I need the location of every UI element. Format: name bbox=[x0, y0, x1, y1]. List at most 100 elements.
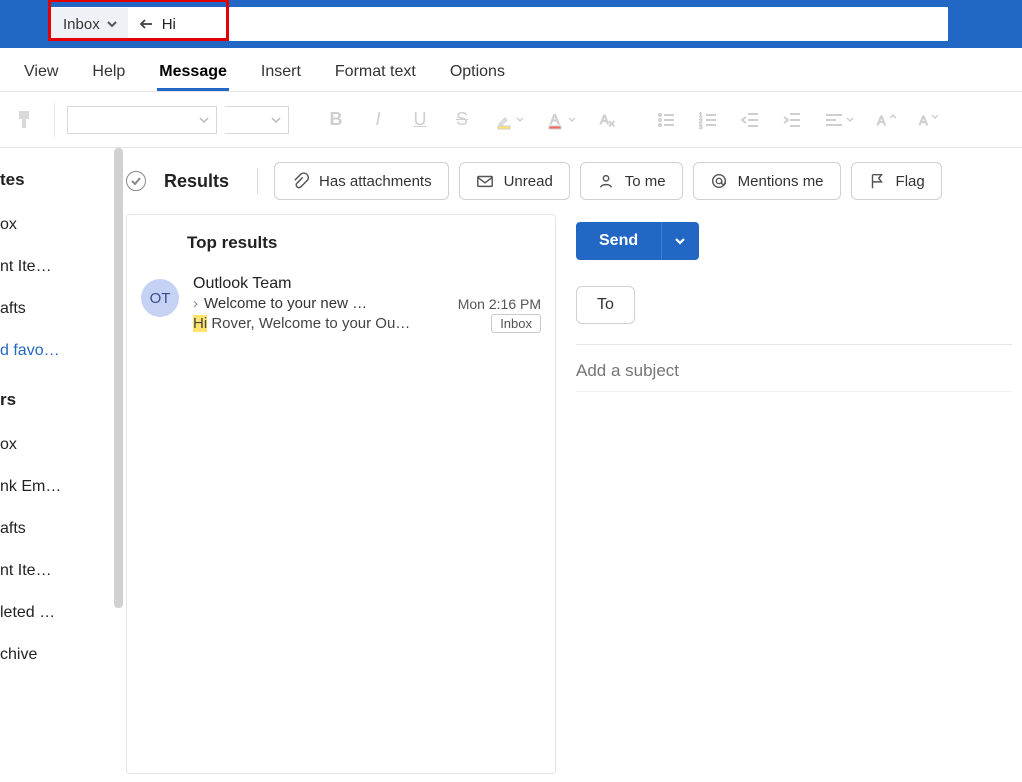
subject-input[interactable] bbox=[576, 345, 1012, 391]
font-color-button[interactable]: A bbox=[539, 103, 583, 137]
avatar: OT bbox=[141, 279, 179, 317]
sidebar-folder-sent[interactable]: nt Ite… bbox=[0, 550, 108, 592]
result-from: Outlook Team bbox=[193, 275, 541, 295]
chevron-down-icon bbox=[568, 116, 576, 124]
bold-button[interactable]: B bbox=[319, 103, 353, 137]
search-scope-dropdown[interactable]: Inbox bbox=[50, 7, 128, 41]
strikethrough-icon: S bbox=[456, 109, 468, 130]
outdent-icon bbox=[740, 110, 760, 130]
flag-icon bbox=[868, 172, 886, 190]
result-body: Outlook Team › Welcome to your new … Mon… bbox=[193, 275, 541, 333]
sidebar-folder-deleted[interactable]: leted … bbox=[0, 592, 108, 634]
sidebar-item-sent[interactable]: nt Ite… bbox=[0, 246, 108, 288]
bold-icon: B bbox=[330, 109, 343, 130]
svg-text:A: A bbox=[550, 111, 560, 127]
indent-icon bbox=[782, 110, 802, 130]
numbering-button[interactable]: 123 bbox=[691, 103, 725, 137]
tab-help[interactable]: Help bbox=[90, 53, 127, 91]
align-icon bbox=[824, 110, 844, 130]
svg-text:A: A bbox=[919, 113, 928, 128]
tab-format-text[interactable]: Format text bbox=[333, 53, 418, 91]
chevron-down-icon bbox=[106, 18, 118, 30]
clear-formatting-icon: A✕ bbox=[598, 110, 618, 130]
send-row: Send bbox=[576, 214, 1012, 280]
align-button[interactable] bbox=[817, 103, 861, 137]
results-list: Top results OT Outlook Team › Welcome to… bbox=[126, 214, 556, 774]
increase-font-button[interactable]: A bbox=[869, 103, 903, 137]
sidebar-item-drafts[interactable]: afts bbox=[0, 288, 108, 330]
svg-text:3: 3 bbox=[699, 125, 703, 130]
font-name-dropdown[interactable] bbox=[67, 106, 217, 134]
filter-mentions-me[interactable]: Mentions me bbox=[693, 162, 841, 200]
filter-has-attachments[interactable]: Has attachments bbox=[274, 162, 449, 200]
underline-button[interactable]: U bbox=[403, 103, 437, 137]
main: Results Has attachments Unread To me Men… bbox=[108, 148, 1022, 782]
send-options-button[interactable] bbox=[661, 222, 699, 260]
chevron-down-icon bbox=[516, 116, 524, 124]
search-input[interactable] bbox=[162, 16, 948, 33]
result-preview-rest: Rover, Welcome to your Ou… bbox=[207, 315, 410, 332]
attachment-icon bbox=[291, 172, 309, 190]
to-row: To bbox=[576, 280, 1012, 345]
format-painter-button[interactable] bbox=[8, 103, 42, 137]
sidebar-folder-junk[interactable]: nk Em… bbox=[0, 466, 108, 508]
title-bar: Inbox bbox=[0, 0, 1022, 48]
filter-unread[interactable]: Unread bbox=[459, 162, 570, 200]
tab-insert[interactable]: Insert bbox=[259, 53, 303, 91]
sidebar-item-inbox[interactable]: ox bbox=[0, 204, 108, 246]
chevron-down-icon bbox=[846, 116, 854, 124]
chevron-down-icon bbox=[196, 112, 212, 128]
chip-label: Mentions me bbox=[738, 173, 824, 190]
ribbon-tabs: View Help Message Insert Format text Opt… bbox=[0, 48, 1022, 92]
separator bbox=[54, 103, 55, 137]
subject-row bbox=[576, 345, 1012, 392]
sidebar: tes ox nt Ite… afts d favo… rs ox nk Em…… bbox=[0, 148, 108, 782]
send-button[interactable]: Send bbox=[576, 222, 661, 260]
increase-indent-button[interactable] bbox=[775, 103, 809, 137]
bullet-list-icon bbox=[656, 110, 676, 130]
results-panel: Results Has attachments Unread To me Men… bbox=[126, 162, 1022, 782]
decrease-indent-button[interactable] bbox=[733, 103, 767, 137]
italic-button[interactable]: I bbox=[361, 103, 395, 137]
separator bbox=[257, 168, 258, 194]
sidebar-add-favorite[interactable]: d favo… bbox=[0, 330, 108, 372]
person-icon bbox=[597, 172, 615, 190]
tab-message[interactable]: Message bbox=[157, 53, 229, 91]
body: tes ox nt Ite… afts d favo… rs ox nk Em…… bbox=[0, 148, 1022, 782]
sidebar-folder-archive[interactable]: chive bbox=[0, 634, 108, 676]
decrease-font-button[interactable]: A bbox=[911, 103, 945, 137]
sidebar-folder-inbox[interactable]: ox bbox=[0, 424, 108, 466]
folders-heading: rs bbox=[0, 372, 108, 424]
decrease-font-icon: A bbox=[918, 110, 938, 130]
favorites-heading: tes bbox=[0, 166, 108, 204]
result-folder-tag: Inbox bbox=[491, 314, 541, 333]
result-row[interactable]: OT Outlook Team › Welcome to your new … … bbox=[127, 267, 555, 347]
filter-bar: Results Has attachments Unread To me Men… bbox=[126, 162, 1022, 214]
result-subject: › Welcome to your new … bbox=[193, 295, 367, 312]
to-button[interactable]: To bbox=[576, 286, 635, 324]
sidebar-scrollbar[interactable] bbox=[114, 148, 123, 608]
svg-text:A: A bbox=[877, 113, 886, 128]
filter-flag[interactable]: Flag bbox=[851, 162, 942, 200]
tab-view[interactable]: View bbox=[22, 53, 60, 91]
clear-formatting-button[interactable]: A✕ bbox=[591, 103, 625, 137]
underline-icon: U bbox=[414, 109, 427, 130]
filter-to-me[interactable]: To me bbox=[580, 162, 683, 200]
highlight-color-button[interactable] bbox=[487, 103, 531, 137]
chip-label: Has attachments bbox=[319, 173, 432, 190]
chip-label: Flag bbox=[896, 173, 925, 190]
format-painter-icon bbox=[16, 109, 34, 131]
search-back-button[interactable] bbox=[128, 16, 162, 32]
font-size-dropdown[interactable] bbox=[225, 106, 289, 134]
tab-options[interactable]: Options bbox=[448, 53, 507, 91]
font-color-icon: A bbox=[546, 110, 566, 130]
result-subject-text: Welcome to your new … bbox=[204, 295, 367, 312]
result-preview-highlight: Hi bbox=[193, 315, 207, 332]
chevron-right-icon: › bbox=[193, 295, 198, 312]
chevron-down-icon bbox=[673, 234, 687, 248]
bullets-button[interactable] bbox=[649, 103, 683, 137]
check-icon bbox=[130, 175, 142, 187]
sidebar-folder-drafts[interactable]: afts bbox=[0, 508, 108, 550]
select-all-toggle[interactable] bbox=[126, 171, 146, 191]
strikethrough-button[interactable]: S bbox=[445, 103, 479, 137]
